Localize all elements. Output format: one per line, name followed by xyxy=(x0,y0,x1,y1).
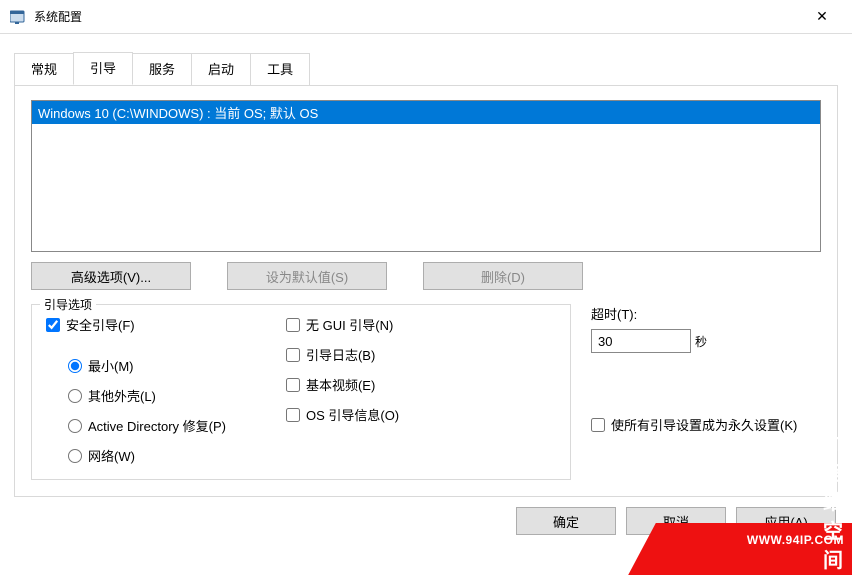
close-button[interactable]: ✕ xyxy=(800,2,844,32)
adrepair-label: Active Directory 修复(P) xyxy=(88,416,226,435)
nogui-row[interactable]: 无 GUI 引导(N) xyxy=(286,315,399,334)
osbootinfo-checkbox[interactable] xyxy=(286,408,300,422)
safeboot-checkbox[interactable] xyxy=(46,318,60,332)
tab-boot[interactable]: 引导 xyxy=(73,52,133,85)
adrepair-row[interactable]: Active Directory 修复(P) xyxy=(68,416,226,435)
set-default-button: 设为默认值(S) xyxy=(227,262,387,290)
timeout-unit: 秒 xyxy=(695,333,707,350)
safeboot-row[interactable]: 安全引导(F) xyxy=(46,315,226,334)
bootlog-label: 引导日志(B) xyxy=(306,345,375,364)
osbootinfo-label: OS 引导信息(O) xyxy=(306,405,399,424)
altshell-label: 其他外壳(L) xyxy=(88,386,156,405)
basevideo-checkbox[interactable] xyxy=(286,378,300,392)
minimal-row[interactable]: 最小(M) xyxy=(68,356,226,375)
close-icon: ✕ xyxy=(816,8,828,25)
bootlog-row[interactable]: 引导日志(B) xyxy=(286,345,399,364)
permanent-checkbox[interactable] xyxy=(591,418,605,432)
timeout-input[interactable] xyxy=(591,329,691,353)
tab-tools[interactable]: 工具 xyxy=(250,53,310,86)
network-row[interactable]: 网络(W) xyxy=(68,446,226,465)
altshell-radio[interactable] xyxy=(68,389,82,403)
tab-general[interactable]: 常规 xyxy=(14,53,74,86)
window-title: 系统配置 xyxy=(34,8,800,25)
tabstrip: 常规 引导 服务 启动 工具 xyxy=(14,52,838,85)
network-radio[interactable] xyxy=(68,449,82,463)
nogui-label: 无 GUI 引导(N) xyxy=(306,315,393,334)
safeboot-label: 安全引导(F) xyxy=(66,315,135,334)
permanent-label: 使所有引导设置成为永久设置(K) xyxy=(611,415,797,434)
basevideo-row[interactable]: 基本视频(E) xyxy=(286,375,399,394)
delete-button: 删除(D) xyxy=(423,262,583,290)
bootlog-checkbox[interactable] xyxy=(286,348,300,362)
tab-startup[interactable]: 启动 xyxy=(191,53,251,86)
basevideo-label: 基本视频(E) xyxy=(306,375,375,394)
tabpanel-boot: Windows 10 (C:\WINDOWS) : 当前 OS; 默认 OS 高… xyxy=(14,85,838,497)
boot-options-group: 引导选项 安全引导(F) 最小(M) xyxy=(31,304,571,480)
minimal-label: 最小(M) xyxy=(88,356,134,375)
cancel-button[interactable]: 取消 xyxy=(626,507,726,535)
boot-os-list[interactable]: Windows 10 (C:\WINDOWS) : 当前 OS; 默认 OS xyxy=(31,100,821,252)
tab-services[interactable]: 服务 xyxy=(132,53,192,86)
permanent-row[interactable]: 使所有引导设置成为永久设置(K) xyxy=(591,415,821,434)
timeout-label: 超时(T): xyxy=(591,304,821,323)
minimal-radio[interactable] xyxy=(68,359,82,373)
altshell-row[interactable]: 其他外壳(L) xyxy=(68,386,226,405)
titlebar: 系统配置 ✕ xyxy=(0,0,852,34)
boot-options-legend: 引导选项 xyxy=(40,296,96,313)
apply-button[interactable]: 应用(A) xyxy=(736,507,836,535)
adrepair-radio[interactable] xyxy=(68,419,82,433)
boot-os-item[interactable]: Windows 10 (C:\WINDOWS) : 当前 OS; 默认 OS xyxy=(32,101,820,124)
app-icon xyxy=(10,9,26,25)
nogui-checkbox[interactable] xyxy=(286,318,300,332)
ok-button[interactable]: 确定 xyxy=(516,507,616,535)
osbootinfo-row[interactable]: OS 引导信息(O) xyxy=(286,405,399,424)
advanced-options-button[interactable]: 高级选项(V)... xyxy=(31,262,191,290)
network-label: 网络(W) xyxy=(88,446,135,465)
